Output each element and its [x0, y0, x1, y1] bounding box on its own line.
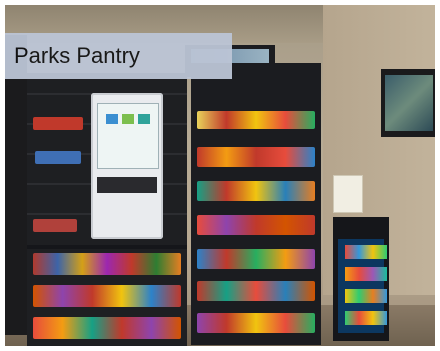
caption-box: Parks Pantry: [5, 33, 232, 79]
kiosk-screen: [97, 103, 159, 169]
snack-bag: [33, 117, 83, 130]
kiosk-tile: [106, 114, 118, 124]
snack-row: [197, 147, 315, 167]
drink-row: [345, 245, 387, 259]
snack-row: [33, 253, 181, 275]
drink-row: [345, 311, 387, 325]
snack-bag: [33, 219, 77, 232]
snack-row: [197, 249, 315, 269]
wall-tv-screen: [385, 75, 433, 131]
snack-cabinet: [191, 63, 321, 345]
wall-tv: [381, 69, 435, 137]
snack-row: [33, 285, 181, 307]
kiosk-tile: [138, 114, 150, 124]
snack-row: [197, 215, 315, 235]
menu-sign: [333, 175, 363, 213]
snack-row: [197, 111, 315, 129]
snack-row: [197, 181, 315, 201]
beverage-fridge: [333, 217, 389, 341]
snack-row: [197, 281, 315, 301]
snack-row: [197, 313, 315, 333]
drink-row: [345, 267, 387, 281]
caption-text: Parks Pantry: [14, 43, 140, 68]
kiosk-tile: [122, 114, 134, 124]
kiosk-card-reader: [97, 177, 157, 193]
rack-shelf: [27, 245, 187, 249]
drink-row: [345, 289, 387, 303]
fridge-glass: [338, 239, 387, 333]
self-checkout-kiosk: [91, 93, 163, 239]
left-cabinet-edge: [5, 35, 27, 335]
snack-bag: [35, 151, 81, 164]
snack-row: [33, 317, 181, 339]
